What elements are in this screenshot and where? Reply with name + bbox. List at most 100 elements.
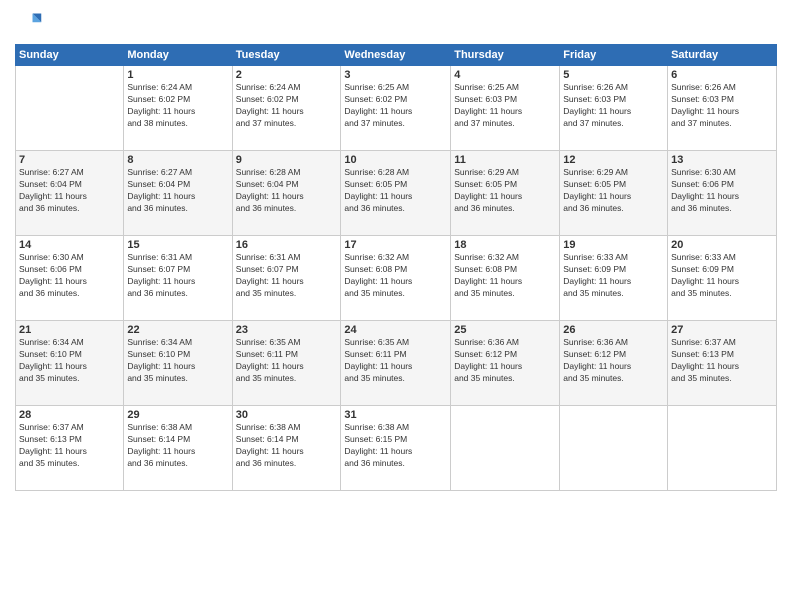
calendar-cell: 16Sunrise: 6:31 AM Sunset: 6:07 PM Dayli… — [232, 236, 341, 321]
calendar-cell: 12Sunrise: 6:29 AM Sunset: 6:05 PM Dayli… — [560, 151, 668, 236]
calendar-cell: 9Sunrise: 6:28 AM Sunset: 6:04 PM Daylig… — [232, 151, 341, 236]
day-number: 25 — [454, 324, 556, 336]
calendar-cell: 29Sunrise: 6:38 AM Sunset: 6:14 PM Dayli… — [124, 406, 232, 491]
calendar-cell: 30Sunrise: 6:38 AM Sunset: 6:14 PM Dayli… — [232, 406, 341, 491]
weekday-header-friday: Friday — [560, 45, 668, 66]
day-info: Sunrise: 6:28 AM Sunset: 6:05 PM Dayligh… — [344, 167, 447, 215]
day-number: 24 — [344, 324, 447, 336]
week-row-2: 14Sunrise: 6:30 AM Sunset: 6:06 PM Dayli… — [16, 236, 777, 321]
day-info: Sunrise: 6:38 AM Sunset: 6:14 PM Dayligh… — [236, 422, 338, 470]
day-info: Sunrise: 6:37 AM Sunset: 6:13 PM Dayligh… — [19, 422, 120, 470]
day-info: Sunrise: 6:26 AM Sunset: 6:03 PM Dayligh… — [563, 82, 664, 130]
day-number: 14 — [19, 239, 120, 251]
calendar-cell: 20Sunrise: 6:33 AM Sunset: 6:09 PM Dayli… — [668, 236, 777, 321]
weekday-header-wednesday: Wednesday — [341, 45, 451, 66]
calendar-cell: 13Sunrise: 6:30 AM Sunset: 6:06 PM Dayli… — [668, 151, 777, 236]
day-info: Sunrise: 6:29 AM Sunset: 6:05 PM Dayligh… — [563, 167, 664, 215]
day-info: Sunrise: 6:25 AM Sunset: 6:03 PM Dayligh… — [454, 82, 556, 130]
day-info: Sunrise: 6:36 AM Sunset: 6:12 PM Dayligh… — [563, 337, 664, 385]
day-number: 17 — [344, 239, 447, 251]
day-number: 28 — [19, 409, 120, 421]
day-info: Sunrise: 6:35 AM Sunset: 6:11 PM Dayligh… — [236, 337, 338, 385]
day-info: Sunrise: 6:38 AM Sunset: 6:14 PM Dayligh… — [127, 422, 228, 470]
day-info: Sunrise: 6:35 AM Sunset: 6:11 PM Dayligh… — [344, 337, 447, 385]
calendar-cell: 5Sunrise: 6:26 AM Sunset: 6:03 PM Daylig… — [560, 66, 668, 151]
weekday-header-saturday: Saturday — [668, 45, 777, 66]
calendar-cell: 22Sunrise: 6:34 AM Sunset: 6:10 PM Dayli… — [124, 321, 232, 406]
week-row-0: 1Sunrise: 6:24 AM Sunset: 6:02 PM Daylig… — [16, 66, 777, 151]
week-row-1: 7Sunrise: 6:27 AM Sunset: 6:04 PM Daylig… — [16, 151, 777, 236]
day-info: Sunrise: 6:31 AM Sunset: 6:07 PM Dayligh… — [127, 252, 228, 300]
day-number: 16 — [236, 239, 338, 251]
day-number: 21 — [19, 324, 120, 336]
day-info: Sunrise: 6:32 AM Sunset: 6:08 PM Dayligh… — [454, 252, 556, 300]
calendar-cell: 6Sunrise: 6:26 AM Sunset: 6:03 PM Daylig… — [668, 66, 777, 151]
calendar-cell — [560, 406, 668, 491]
day-info: Sunrise: 6:30 AM Sunset: 6:06 PM Dayligh… — [671, 167, 773, 215]
calendar-cell: 4Sunrise: 6:25 AM Sunset: 6:03 PM Daylig… — [451, 66, 560, 151]
calendar-cell: 14Sunrise: 6:30 AM Sunset: 6:06 PM Dayli… — [16, 236, 124, 321]
weekday-header-monday: Monday — [124, 45, 232, 66]
day-number: 2 — [236, 69, 338, 81]
calendar-cell: 25Sunrise: 6:36 AM Sunset: 6:12 PM Dayli… — [451, 321, 560, 406]
day-number: 4 — [454, 69, 556, 81]
logo — [15, 10, 47, 38]
logo-icon — [15, 10, 43, 38]
day-info: Sunrise: 6:24 AM Sunset: 6:02 PM Dayligh… — [127, 82, 228, 130]
calendar-cell — [16, 66, 124, 151]
calendar-cell: 28Sunrise: 6:37 AM Sunset: 6:13 PM Dayli… — [16, 406, 124, 491]
day-number: 19 — [563, 239, 664, 251]
day-number: 30 — [236, 409, 338, 421]
day-number: 10 — [344, 154, 447, 166]
day-info: Sunrise: 6:37 AM Sunset: 6:13 PM Dayligh… — [671, 337, 773, 385]
calendar-cell — [668, 406, 777, 491]
calendar-cell: 31Sunrise: 6:38 AM Sunset: 6:15 PM Dayli… — [341, 406, 451, 491]
day-number: 9 — [236, 154, 338, 166]
weekday-header-sunday: Sunday — [16, 45, 124, 66]
day-info: Sunrise: 6:34 AM Sunset: 6:10 PM Dayligh… — [19, 337, 120, 385]
day-info: Sunrise: 6:31 AM Sunset: 6:07 PM Dayligh… — [236, 252, 338, 300]
day-number: 3 — [344, 69, 447, 81]
calendar-cell: 19Sunrise: 6:33 AM Sunset: 6:09 PM Dayli… — [560, 236, 668, 321]
day-info: Sunrise: 6:27 AM Sunset: 6:04 PM Dayligh… — [127, 167, 228, 215]
day-info: Sunrise: 6:25 AM Sunset: 6:02 PM Dayligh… — [344, 82, 447, 130]
weekday-header-row: SundayMondayTuesdayWednesdayThursdayFrid… — [16, 45, 777, 66]
day-info: Sunrise: 6:34 AM Sunset: 6:10 PM Dayligh… — [127, 337, 228, 385]
day-info: Sunrise: 6:30 AM Sunset: 6:06 PM Dayligh… — [19, 252, 120, 300]
day-info: Sunrise: 6:38 AM Sunset: 6:15 PM Dayligh… — [344, 422, 447, 470]
calendar-cell: 26Sunrise: 6:36 AM Sunset: 6:12 PM Dayli… — [560, 321, 668, 406]
calendar-cell: 24Sunrise: 6:35 AM Sunset: 6:11 PM Dayli… — [341, 321, 451, 406]
day-number: 23 — [236, 324, 338, 336]
calendar-cell: 18Sunrise: 6:32 AM Sunset: 6:08 PM Dayli… — [451, 236, 560, 321]
day-number: 26 — [563, 324, 664, 336]
calendar-cell: 8Sunrise: 6:27 AM Sunset: 6:04 PM Daylig… — [124, 151, 232, 236]
calendar-cell: 23Sunrise: 6:35 AM Sunset: 6:11 PM Dayli… — [232, 321, 341, 406]
day-number: 11 — [454, 154, 556, 166]
day-info: Sunrise: 6:33 AM Sunset: 6:09 PM Dayligh… — [671, 252, 773, 300]
page-header — [15, 10, 777, 38]
day-number: 13 — [671, 154, 773, 166]
day-info: Sunrise: 6:26 AM Sunset: 6:03 PM Dayligh… — [671, 82, 773, 130]
calendar-cell: 21Sunrise: 6:34 AM Sunset: 6:10 PM Dayli… — [16, 321, 124, 406]
week-row-4: 28Sunrise: 6:37 AM Sunset: 6:13 PM Dayli… — [16, 406, 777, 491]
day-number: 29 — [127, 409, 228, 421]
calendar-cell: 1Sunrise: 6:24 AM Sunset: 6:02 PM Daylig… — [124, 66, 232, 151]
calendar-cell: 11Sunrise: 6:29 AM Sunset: 6:05 PM Dayli… — [451, 151, 560, 236]
day-info: Sunrise: 6:29 AM Sunset: 6:05 PM Dayligh… — [454, 167, 556, 215]
day-number: 6 — [671, 69, 773, 81]
day-info: Sunrise: 6:27 AM Sunset: 6:04 PM Dayligh… — [19, 167, 120, 215]
calendar-page: SundayMondayTuesdayWednesdayThursdayFrid… — [0, 0, 792, 612]
calendar-cell: 27Sunrise: 6:37 AM Sunset: 6:13 PM Dayli… — [668, 321, 777, 406]
calendar-cell: 3Sunrise: 6:25 AM Sunset: 6:02 PM Daylig… — [341, 66, 451, 151]
calendar-cell: 15Sunrise: 6:31 AM Sunset: 6:07 PM Dayli… — [124, 236, 232, 321]
day-number: 20 — [671, 239, 773, 251]
calendar-cell: 10Sunrise: 6:28 AM Sunset: 6:05 PM Dayli… — [341, 151, 451, 236]
day-number: 5 — [563, 69, 664, 81]
day-number: 18 — [454, 239, 556, 251]
calendar-cell: 17Sunrise: 6:32 AM Sunset: 6:08 PM Dayli… — [341, 236, 451, 321]
day-number: 7 — [19, 154, 120, 166]
day-number: 22 — [127, 324, 228, 336]
calendar-table: SundayMondayTuesdayWednesdayThursdayFrid… — [15, 44, 777, 491]
day-number: 12 — [563, 154, 664, 166]
day-number: 31 — [344, 409, 447, 421]
